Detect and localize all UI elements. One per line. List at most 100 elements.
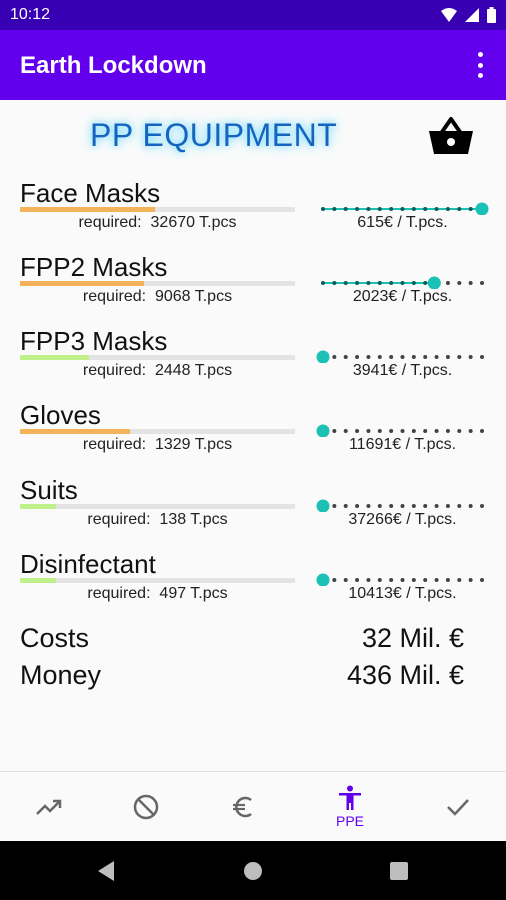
price-per-unit: 37266€ / T.pcs.	[348, 511, 457, 528]
slider-tick	[423, 281, 428, 285]
slider-tick	[480, 429, 484, 433]
check-icon	[447, 799, 469, 816]
price-slider[interactable]	[315, 191, 490, 215]
slider-tick	[480, 355, 484, 359]
status-time: 10:12	[10, 6, 51, 23]
nav-item-statistics[interactable]	[14, 772, 84, 842]
required-text: required: 9068 T.pcs	[20, 288, 295, 306]
equipment-item: Disinfectant required: 497 T.pcs 10413€ / …	[0, 549, 506, 623]
equipment-item: FPP2 Masks required: 9068 T.pcs 2023€ / T.…	[0, 252, 506, 326]
slider-tick	[355, 355, 360, 359]
equipment-item: Face Masks required: 32670 T.pcs 615€ / T.…	[0, 178, 506, 252]
price-slider[interactable]	[315, 562, 490, 586]
slider-tick	[343, 281, 348, 285]
nav-item-finance[interactable]	[208, 772, 278, 842]
money-label: Money	[20, 660, 102, 690]
slider-tick	[366, 504, 371, 508]
required-progress-fill	[20, 281, 144, 286]
nav-item-ppe[interactable]: PPE	[315, 772, 385, 842]
cell-signal-icon	[465, 8, 479, 22]
slider-tick	[445, 429, 450, 433]
slider-tick	[457, 504, 462, 508]
required-text: required: 1329 T.pcs	[20, 436, 295, 454]
required-text: required: 497 T.pcs	[20, 585, 295, 603]
nav-item-restrictions[interactable]	[111, 772, 181, 842]
slider-tick	[355, 429, 360, 433]
slider-tick	[423, 504, 428, 508]
slider-tick	[434, 504, 439, 508]
required-value: 497 T.pcs	[159, 585, 228, 602]
slider-tick	[411, 504, 416, 508]
slider-tick	[389, 207, 394, 211]
slider-tick	[366, 207, 371, 211]
basket-icon	[429, 117, 473, 154]
slider-tick	[480, 504, 484, 508]
system-navigation-bar	[0, 841, 506, 900]
required-progress-fill	[20, 504, 56, 509]
slider-tick	[343, 429, 348, 433]
slider-tick	[411, 429, 416, 433]
home-icon[interactable]	[243, 861, 263, 881]
nav-item-confirm[interactable]	[423, 772, 493, 842]
required-text: required: 2448 T.pcs	[20, 362, 295, 380]
slider-tick	[400, 281, 405, 285]
slider-tick	[468, 578, 473, 582]
page-title: PP EQUIPMENT	[90, 117, 338, 153]
slider-tick	[468, 429, 473, 433]
required-value: 9068 T.pcs	[154, 288, 233, 305]
slider-tick	[434, 355, 439, 359]
slider-tick	[389, 578, 394, 582]
price-per-unit: 2023€ / T.pcs.	[352, 288, 453, 305]
price-slider[interactable]	[315, 488, 490, 512]
item-name: Face Masks	[20, 178, 161, 208]
slider-tick	[389, 281, 394, 285]
slider-tick	[423, 355, 428, 359]
slider-tick	[355, 504, 360, 508]
status-icons	[441, 7, 496, 23]
slider-tick	[332, 429, 337, 433]
slider-tick	[468, 281, 473, 285]
slider-tick	[355, 281, 360, 285]
slider-tick	[366, 281, 371, 285]
price-slider[interactable]	[315, 413, 490, 437]
required-progress-bar	[20, 429, 295, 434]
required-label: required:	[87, 585, 151, 602]
slider-tick	[366, 578, 371, 582]
more-vert-icon-dot	[477, 73, 483, 78]
recents-icon[interactable]	[390, 862, 408, 880]
required-value: 32670 T.pcs	[150, 214, 237, 231]
slider-tick	[400, 578, 405, 582]
item-name: Suits	[20, 475, 78, 505]
slider-tick	[343, 578, 348, 582]
slider-tick	[457, 429, 462, 433]
app-title: Earth Lockdown	[20, 52, 207, 79]
trending-up-icon	[36, 799, 62, 815]
slider-tick	[411, 578, 416, 582]
required-label: required:	[82, 288, 147, 305]
overflow-menu-button[interactable]	[468, 52, 492, 78]
slider-tick	[411, 355, 416, 359]
slider-tick	[445, 207, 450, 211]
back-icon[interactable]	[96, 860, 116, 882]
slider-tick	[355, 207, 360, 211]
slider-tick	[445, 281, 450, 285]
slider-tick	[332, 281, 337, 285]
costs-label: Costs	[20, 623, 90, 653]
price-slider[interactable]	[315, 339, 490, 363]
status-bar: 10:12	[0, 0, 506, 30]
slider-tick	[343, 207, 348, 211]
item-name: Disinfectant	[20, 549, 156, 579]
bottom-navigation: PPE	[0, 771, 506, 841]
basket-button[interactable]	[428, 116, 474, 156]
app-bar: Earth Lockdown	[0, 30, 506, 100]
slider-tick	[377, 355, 382, 359]
slider-tick	[457, 578, 462, 582]
slider-tick	[468, 207, 473, 211]
slider-tick	[411, 281, 416, 285]
slider-tick	[457, 281, 462, 285]
price-per-unit: 11691€ / T.pcs.	[348, 436, 457, 453]
required-progress-fill	[20, 355, 89, 360]
price-slider[interactable]	[315, 265, 490, 289]
slider-tick	[445, 578, 450, 582]
required-value: 1329 T.pcs	[154, 436, 233, 453]
